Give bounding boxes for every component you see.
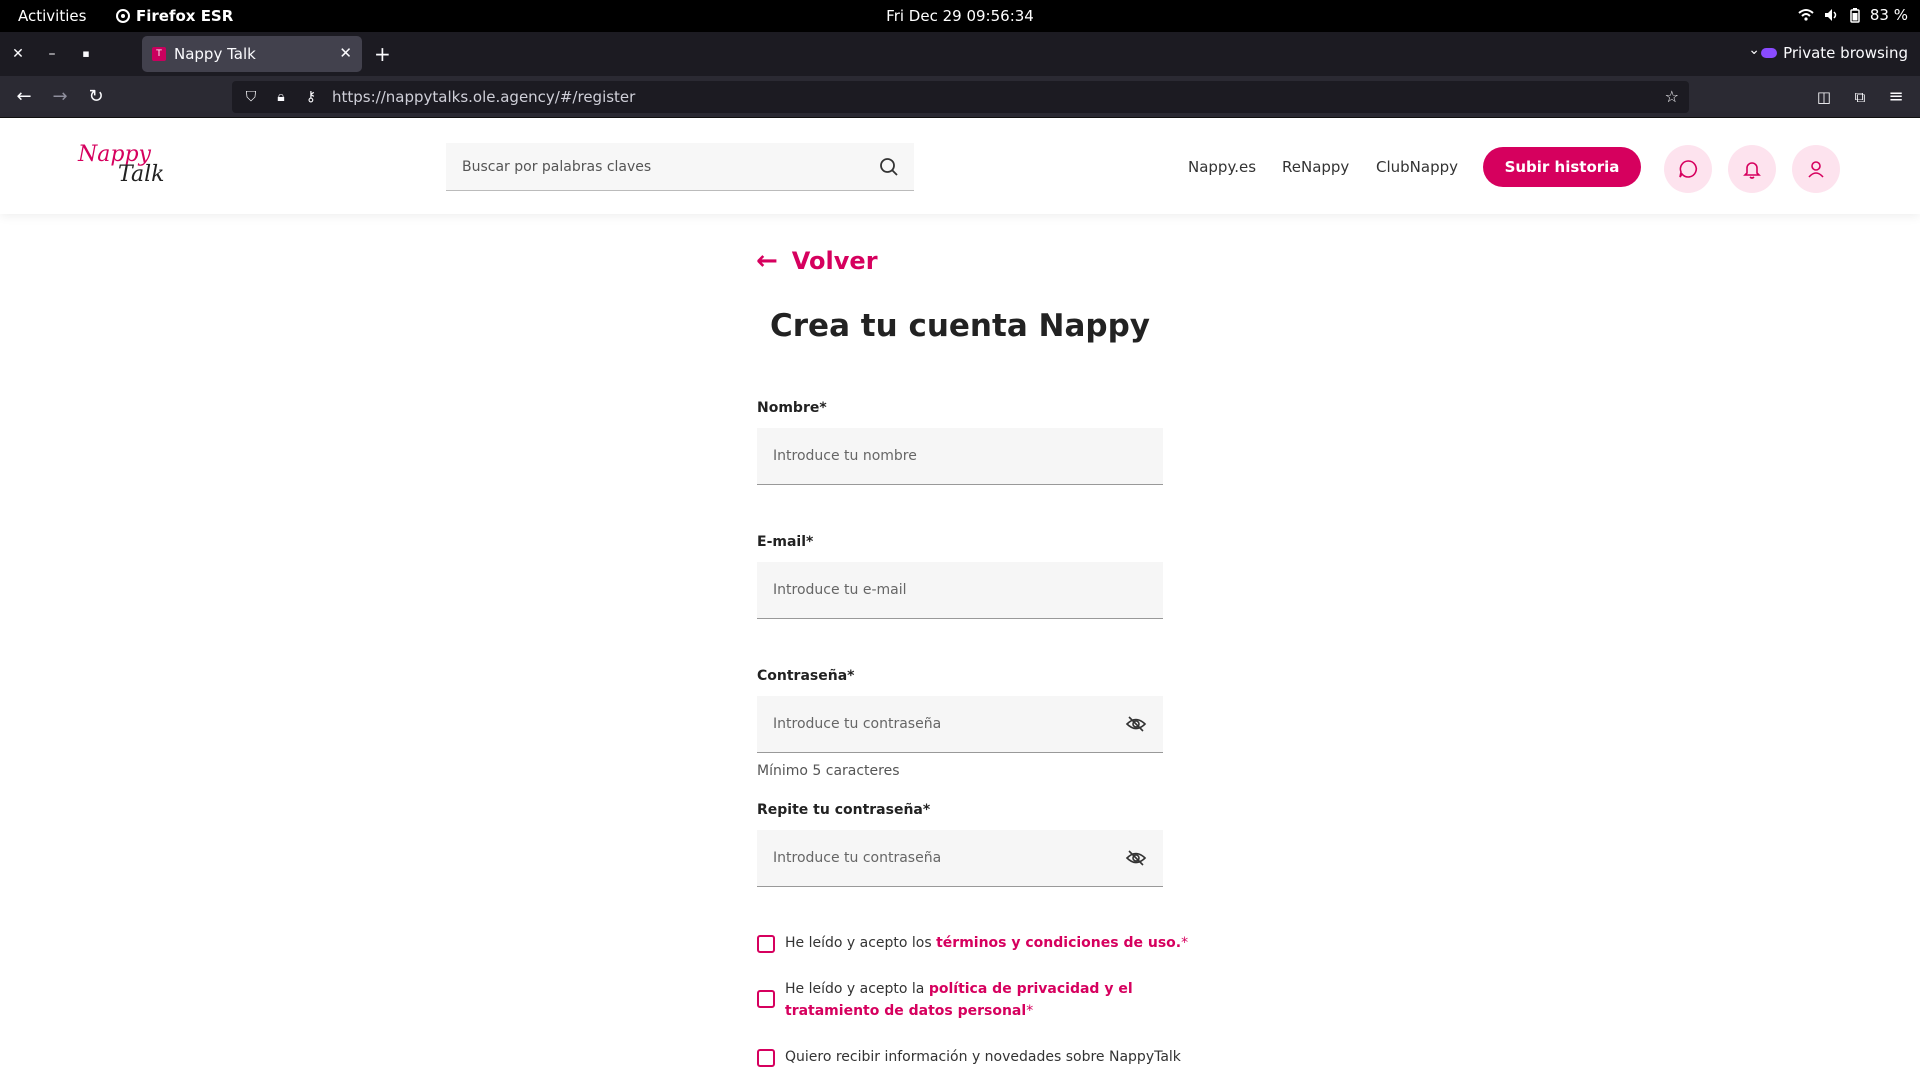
app-menu-icon[interactable]: ≡ bbox=[1884, 85, 1908, 109]
profile-button[interactable] bbox=[1792, 145, 1840, 193]
terms-checkbox[interactable] bbox=[757, 935, 775, 953]
site-header: Nappy Talk Buscar por palabras claves Na… bbox=[0, 118, 1920, 214]
clock[interactable]: Fri Dec 29 09:56:34 bbox=[0, 7, 1920, 25]
status-area[interactable]: 83 % bbox=[1798, 6, 1908, 24]
reload-icon[interactable]: ↻ bbox=[84, 85, 108, 109]
favicon-icon: T bbox=[152, 47, 166, 61]
list-all-tabs-icon[interactable]: ⌄ bbox=[1748, 42, 1760, 58]
newsletter-text: Quiero recibir información y novedades s… bbox=[785, 1049, 1181, 1065]
password-hint: Mínimo 5 caracteres bbox=[757, 763, 900, 779]
window-minimize-icon[interactable]: – bbox=[43, 45, 61, 63]
password-placeholder: Introduce tu contraseña bbox=[773, 716, 942, 732]
nav-link-clubnappy[interactable]: ClubNappy bbox=[1376, 158, 1458, 176]
logo-talk: Talk bbox=[118, 162, 165, 187]
privacy-prefix: He leído y acepto la bbox=[785, 981, 929, 997]
arrow-left-icon: ← bbox=[756, 246, 778, 276]
terms-checkbox-row: He leído y acepto los términos y condici… bbox=[757, 932, 1188, 954]
nav-link-renappy[interactable]: ReNappy bbox=[1282, 158, 1349, 176]
pocket-icon[interactable]: ◫ bbox=[1812, 85, 1836, 109]
app-menu[interactable]: Firefox ESR bbox=[116, 7, 233, 25]
firefox-icon bbox=[116, 9, 130, 23]
url-text[interactable]: https://nappytalks.ole.agency/#/register bbox=[332, 88, 635, 106]
user-icon bbox=[1808, 161, 1824, 178]
eye-off-icon[interactable] bbox=[1125, 847, 1147, 869]
extensions-icon[interactable]: ⧉ bbox=[1848, 85, 1872, 109]
tab-close-icon[interactable]: ✕ bbox=[339, 44, 352, 62]
tab-title: Nappy Talk bbox=[174, 45, 256, 63]
privacy-checkbox-row: He leído y acepto la política de privaci… bbox=[757, 978, 1137, 1022]
chat-bubble-icon bbox=[1679, 160, 1697, 178]
password-label: Contraseña* bbox=[757, 668, 855, 684]
name-placeholder: Introduce tu nombre bbox=[773, 448, 917, 464]
email-label: E-mail* bbox=[757, 534, 814, 550]
site-logo[interactable]: Nappy Talk bbox=[78, 142, 178, 192]
name-label: Nombre* bbox=[757, 400, 827, 416]
activities-button[interactable]: Activities bbox=[18, 7, 86, 25]
search-icon[interactable] bbox=[878, 156, 900, 178]
newsletter-checkbox[interactable] bbox=[757, 1049, 775, 1067]
key-icon[interactable]: ⚷ bbox=[300, 89, 322, 105]
system-top-bar: Activities Firefox ESR Fri Dec 29 09:56:… bbox=[0, 0, 1920, 32]
bookmark-star-icon[interactable]: ☆ bbox=[1665, 87, 1679, 106]
page-title: Crea tu cuenta Nappy bbox=[770, 308, 1150, 344]
battery-level: 83 % bbox=[1869, 6, 1908, 24]
forward-icon[interactable]: → bbox=[48, 85, 72, 109]
navigation-toolbar: ← → ↻ ⛉ 🔒︎ ⚷ https://nappytalks.ole.agen… bbox=[0, 76, 1920, 118]
search-placeholder: Buscar por palabras claves bbox=[462, 158, 652, 175]
back-label: Volver bbox=[791, 247, 878, 275]
back-icon[interactable]: ← bbox=[12, 85, 36, 109]
notifications-button[interactable] bbox=[1728, 145, 1776, 193]
privacy-required-mark: * bbox=[1026, 1003, 1034, 1019]
lock-icon[interactable]: 🔒︎ bbox=[270, 89, 292, 105]
repeat-password-placeholder: Introduce tu contraseña bbox=[773, 850, 942, 866]
terms-prefix: He leído y acepto los bbox=[785, 935, 937, 951]
tab-nappy-talk[interactable]: T Nappy Talk ✕ bbox=[142, 36, 362, 72]
app-name: Firefox ESR bbox=[136, 7, 234, 25]
url-bar[interactable]: ⛉ 🔒︎ ⚷ https://nappytalks.ole.agency/#/r… bbox=[232, 81, 1689, 113]
terms-link[interactable]: términos y condiciones de uso. bbox=[936, 935, 1181, 951]
shield-icon[interactable]: ⛉ bbox=[240, 89, 262, 105]
private-label: Private browsing bbox=[1783, 44, 1908, 62]
wifi-icon bbox=[1798, 9, 1814, 21]
upload-story-button[interactable]: Subir historia bbox=[1483, 147, 1641, 187]
email-input[interactable]: Introduce tu e-mail bbox=[757, 562, 1163, 619]
window-close-icon[interactable]: ✕ bbox=[9, 45, 27, 63]
new-tab-icon[interactable]: + bbox=[374, 42, 391, 66]
private-browsing-indicator: Private browsing bbox=[1761, 44, 1908, 62]
bell-icon bbox=[1743, 162, 1761, 179]
eye-off-icon[interactable] bbox=[1125, 713, 1147, 735]
back-link[interactable]: ← Volver bbox=[756, 246, 878, 276]
window-maximize-icon[interactable]: ▪ bbox=[77, 45, 95, 63]
terms-text: He leído y acepto los términos y condici… bbox=[785, 932, 1188, 954]
privacy-checkbox[interactable] bbox=[757, 990, 775, 1008]
privacy-text: He leído y acepto la política de privaci… bbox=[785, 978, 1137, 1022]
repeat-password-input[interactable]: Introduce tu contraseña bbox=[757, 830, 1163, 887]
repeat-password-label: Repite tu contraseña* bbox=[757, 802, 931, 818]
email-placeholder: Introduce tu e-mail bbox=[773, 582, 907, 598]
battery-icon bbox=[1850, 7, 1860, 23]
private-mask-icon bbox=[1761, 48, 1778, 58]
password-input[interactable]: Introduce tu contraseña bbox=[757, 696, 1163, 753]
name-input[interactable]: Introduce tu nombre bbox=[757, 428, 1163, 485]
volume-icon bbox=[1824, 9, 1837, 21]
nav-link-nappy-es[interactable]: Nappy.es bbox=[1188, 158, 1256, 176]
tab-strip: ✕ – ▪ T Nappy Talk ✕ + ⌄ Private browsin… bbox=[0, 32, 1920, 76]
terms-required-mark: * bbox=[1181, 935, 1189, 951]
messages-button[interactable] bbox=[1664, 145, 1712, 193]
newsletter-checkbox-row: Quiero recibir información y novedades s… bbox=[757, 1046, 1181, 1068]
search-input[interactable]: Buscar por palabras claves bbox=[446, 143, 914, 191]
